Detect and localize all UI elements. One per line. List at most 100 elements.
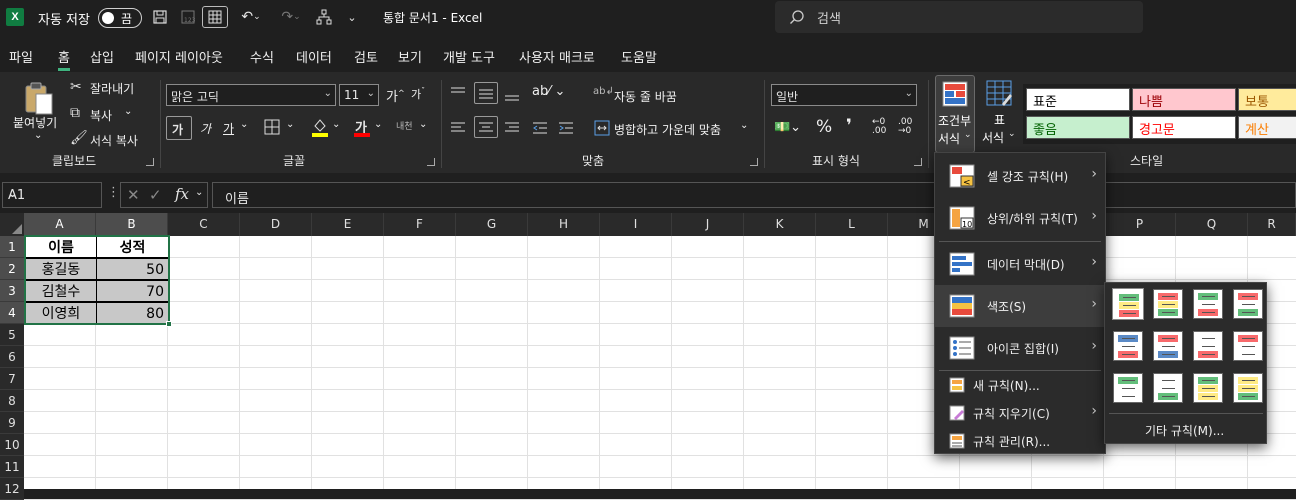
row-header-12[interactable]: 12 <box>0 478 24 500</box>
decrease-font-icon[interactable]: 가ˇ <box>411 86 425 102</box>
column-header-j[interactable]: J <box>672 213 744 236</box>
row-header-6[interactable]: 6 <box>0 346 24 368</box>
menu-icon-sets[interactable]: 아이콘 집합(I) › <box>935 327 1105 369</box>
borders-icon[interactable] <box>264 119 280 138</box>
row-header-7[interactable]: 7 <box>0 368 24 390</box>
column-header-d[interactable]: D <box>240 213 312 236</box>
format-painter-button[interactable]: 서식 복사 <box>90 132 138 149</box>
copy-icon[interactable]: ⧉ <box>70 105 80 121</box>
color-scale-option[interactable] <box>1193 373 1223 403</box>
clipboard-launcher-icon[interactable] <box>146 158 154 166</box>
row-header-5[interactable]: 5 <box>0 324 24 346</box>
merge-dropdown-icon[interactable]: ⌄ <box>740 120 748 131</box>
column-header-l[interactable]: L <box>816 213 888 236</box>
tab-review[interactable]: 검토 <box>354 47 378 66</box>
underline-button[interactable]: 가 <box>223 120 234 137</box>
column-header-q[interactable]: Q <box>1176 213 1248 236</box>
style-normal[interactable]: 표준 <box>1026 88 1130 111</box>
color-scale-option[interactable] <box>1113 373 1143 403</box>
increase-indent-icon[interactable] <box>558 121 574 138</box>
column-header-i[interactable]: I <box>600 213 672 236</box>
menu-highlight-cells-rules[interactable]: < 셀 강조 규칙(H) › <box>935 155 1105 197</box>
align-middle-icon[interactable] <box>474 82 498 104</box>
redo-icon[interactable]: ↷ ⌄ <box>276 6 306 28</box>
cut-button[interactable]: 잘라내기 <box>90 80 134 97</box>
menu-clear-rules[interactable]: 규칙 지우기(C) › <box>935 399 1105 427</box>
cell-b4[interactable]: 80 <box>96 302 169 324</box>
align-bottom-icon[interactable] <box>504 86 520 105</box>
row-header-11[interactable]: 11 <box>0 456 24 478</box>
column-header-g[interactable]: G <box>456 213 528 236</box>
cell-a3[interactable]: 김철수 <box>25 280 97 302</box>
borders-dropdown-icon[interactable]: ⌄ <box>286 119 294 130</box>
color-scale-option[interactable] <box>1233 373 1263 403</box>
column-header-f[interactable]: F <box>384 213 456 236</box>
name-box[interactable]: A1 ⌄ <box>2 182 102 208</box>
menu-manage-rules[interactable]: 규칙 관리(R)... <box>935 427 1105 455</box>
undo-icon[interactable]: ↶ ⌄ <box>236 6 266 28</box>
font-color-dropdown-icon[interactable]: ⌄ <box>374 119 382 130</box>
color-scale-option[interactable] <box>1233 331 1263 361</box>
menu-top-bottom-rules[interactable]: 10 상위/하위 규칙(T) › <box>935 197 1105 239</box>
column-header-e[interactable]: E <box>312 213 384 236</box>
customize-qat-icon[interactable]: ⌄ <box>344 6 360 28</box>
insert-function-icon[interactable]: fx <box>175 185 189 203</box>
number-launcher-icon[interactable] <box>914 158 922 166</box>
cell-b2[interactable]: 50 <box>96 258 169 280</box>
more-options-icon[interactable]: ⋮ <box>107 185 120 200</box>
increase-decimal-icon[interactable]: ←0.00 <box>872 118 886 136</box>
color-scale-option[interactable] <box>1113 331 1143 361</box>
number-format-icon[interactable]: 123 <box>178 6 198 28</box>
align-top-icon[interactable] <box>450 86 466 103</box>
merge-center-icon[interactable] <box>594 120 610 139</box>
orientation-icon[interactable]: ab⁄ ⌄ <box>532 84 565 99</box>
cell-a2[interactable]: 홍길동 <box>25 258 97 280</box>
paste-button[interactable]: 붙여넣기 <box>13 114 57 131</box>
tab-home[interactable]: 홈 <box>58 47 70 71</box>
tab-help[interactable]: 도움말 <box>621 47 657 66</box>
wrap-text-icon[interactable]: ab↲ <box>593 86 614 97</box>
copy-button[interactable]: 복사 <box>90 107 112 124</box>
color-scale-option[interactable] <box>1153 331 1183 361</box>
decrease-decimal-icon[interactable]: .00 →0 <box>898 118 912 136</box>
column-header-h[interactable]: H <box>528 213 600 236</box>
fill-handle[interactable] <box>166 321 172 327</box>
alignment-launcher-icon[interactable] <box>750 158 758 166</box>
tab-insert[interactable]: 삽입 <box>90 47 114 66</box>
format-painter-icon[interactable]: 🖌 <box>70 130 88 146</box>
style-bad[interactable]: 나쁨 <box>1132 88 1236 111</box>
save-icon[interactable] <box>150 6 170 28</box>
cell-b3[interactable]: 70 <box>96 280 169 302</box>
tab-file[interactable]: 파일 <box>9 47 33 66</box>
more-rules-button[interactable]: 기타 규칙(M)... <box>1145 422 1224 439</box>
borders-quick-icon[interactable] <box>202 6 228 28</box>
format-as-table-button[interactable]: 표 서식 ⌄ <box>980 75 1020 153</box>
color-scale-option[interactable] <box>1193 331 1223 361</box>
percent-style-icon[interactable]: % <box>816 117 832 137</box>
fill-color-icon[interactable] <box>311 117 329 140</box>
column-header-k[interactable]: K <box>744 213 816 236</box>
cell-b1[interactable]: 성적 <box>96 236 169 258</box>
decrease-indent-icon[interactable] <box>532 121 548 138</box>
tab-formulas[interactable]: 수식 <box>250 47 274 66</box>
cancel-icon[interactable]: ✕ <box>127 186 140 204</box>
font-size-select[interactable]: 11 ⌄ <box>339 84 379 106</box>
phonetic-icon[interactable]: 내천 <box>396 119 413 132</box>
row-header-10[interactable]: 10 <box>0 434 24 456</box>
column-header-a[interactable]: A <box>24 213 96 236</box>
increase-font-icon[interactable]: 가^ <box>386 86 405 105</box>
font-launcher-icon[interactable] <box>427 158 435 166</box>
font-color-icon[interactable]: 가 <box>354 117 370 137</box>
tab-view[interactable]: 보기 <box>398 47 422 66</box>
color-scale-option[interactable] <box>1112 288 1144 320</box>
color-scale-option[interactable] <box>1153 373 1183 403</box>
menu-color-scales[interactable]: 색조(S) › <box>935 285 1105 327</box>
paste-dropdown-icon[interactable]: ⌄ <box>34 130 42 141</box>
column-header-b[interactable]: B <box>96 213 168 236</box>
cell-a4[interactable]: 이영희 <box>25 302 97 324</box>
style-neutral[interactable]: 보통 <box>1238 88 1296 111</box>
phonetic-dropdown-icon[interactable]: ⌄ <box>419 119 427 130</box>
number-format-select[interactable]: 일반 ⌄ <box>771 84 917 106</box>
select-all-button[interactable] <box>0 213 24 236</box>
chevron-down-icon[interactable]: ⌄ <box>195 187 203 198</box>
